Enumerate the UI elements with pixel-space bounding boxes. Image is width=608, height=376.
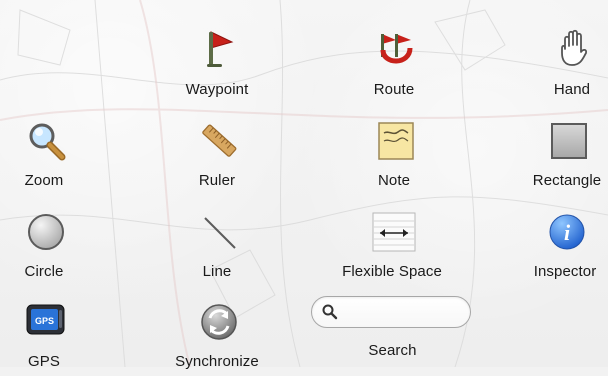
synchronize-icon — [201, 304, 237, 340]
line-label: Line — [202, 263, 232, 280]
search-label: Search — [368, 342, 417, 359]
search-input[interactable] — [345, 302, 464, 324]
circle-label: Circle — [24, 263, 64, 280]
gps-icon: GPS — [26, 304, 65, 335]
circle-icon — [28, 214, 64, 250]
note-label: Note — [377, 172, 411, 189]
hand-icon — [561, 29, 588, 66]
toolbar-item-hand[interactable]: Hand — [512, 20, 608, 104]
gps-label: GPS — [28, 353, 60, 370]
route-label: Route — [373, 81, 415, 98]
toolbar-item-zoom[interactable]: Zoom — [0, 111, 104, 195]
toolbar-item-rectangle[interactable]: Rectangle — [507, 111, 608, 195]
synchronize-label: Synchronize — [175, 353, 259, 370]
inspector-label: Inspector — [533, 263, 597, 280]
inspector-icon: i — [549, 214, 585, 250]
waypoint-flag-icon — [207, 31, 234, 67]
waypoint-label: Waypoint — [185, 81, 249, 98]
zoom-label: Zoom — [24, 172, 64, 189]
toolbar-item-flexible-space[interactable]: Flexible Space — [332, 202, 452, 286]
flexible-space-label: Flexible Space — [342, 263, 442, 280]
toolbar-item-ruler[interactable]: Ruler — [157, 111, 277, 195]
toolbar-item-inspector[interactable]: i Inspector — [505, 202, 608, 286]
route-icon — [380, 34, 413, 64]
toolbar-item-circle[interactable]: Circle — [0, 202, 104, 286]
toolbar-item-route[interactable]: Route — [334, 20, 454, 104]
search-icon — [322, 304, 338, 320]
ruler-icon — [202, 124, 237, 157]
flexible-space-icon — [372, 212, 416, 252]
toolbar-item-waypoint[interactable]: Waypoint — [157, 20, 277, 104]
note-icon — [378, 122, 414, 160]
rectangle-label: Rectangle — [532, 172, 602, 189]
toolbar-item-gps[interactable]: GPS GPS — [0, 292, 104, 376]
line-icon — [204, 217, 236, 249]
toolbar-item-note[interactable]: Note — [334, 111, 454, 195]
toolbar-item-search[interactable]: Search — [311, 284, 477, 368]
search-field[interactable] — [311, 296, 471, 328]
hand-label: Hand — [553, 81, 591, 98]
ruler-label: Ruler — [198, 172, 236, 189]
svg-text:i: i — [564, 220, 571, 245]
toolbar-item-synchronize[interactable]: Synchronize — [157, 292, 277, 376]
rectangle-icon — [551, 123, 587, 159]
customize-toolbar-palette: Waypoint Route Hand Zoom Ruler Note Rect… — [0, 0, 608, 370]
zoom-icon — [29, 123, 66, 161]
toolbar-item-line[interactable]: Line — [157, 202, 277, 286]
svg-text:GPS: GPS — [35, 316, 54, 326]
